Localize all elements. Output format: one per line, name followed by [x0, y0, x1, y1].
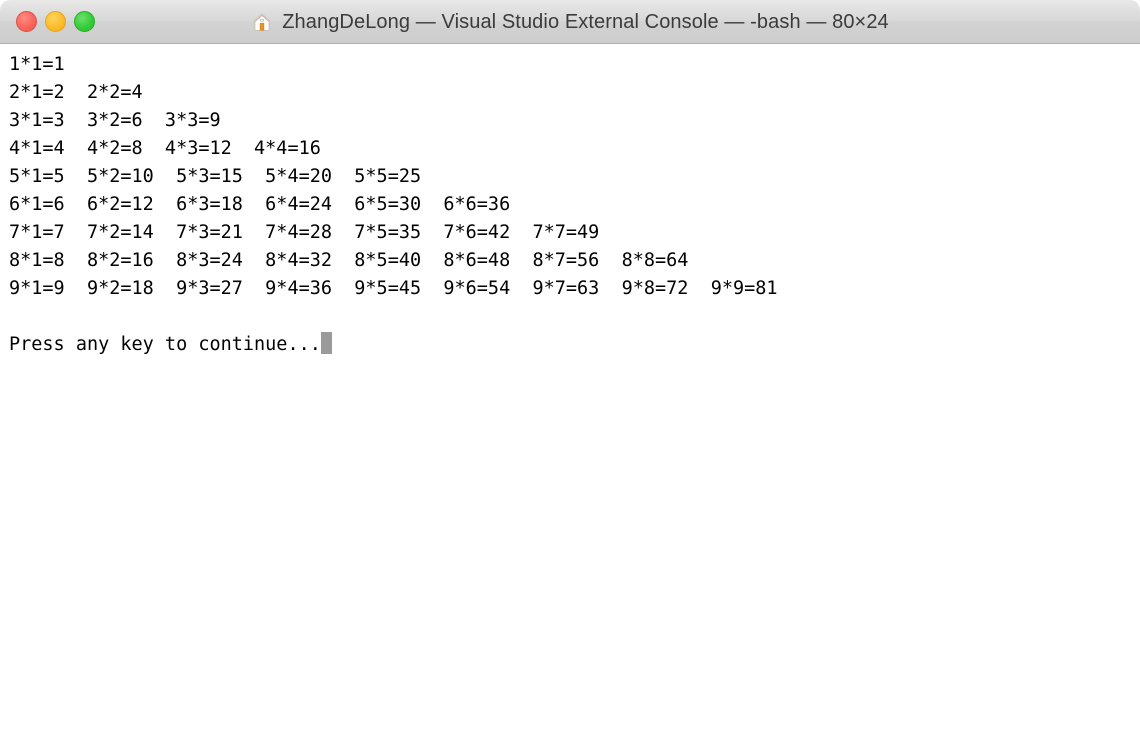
text-cursor	[320, 332, 332, 354]
terminal-line: 9*1=9 9*2=18 9*3=27 9*4=36 9*5=45 9*6=54…	[9, 275, 1140, 303]
terminal-line: 7*1=7 7*2=14 7*3=21 7*4=28 7*5=35 7*6=42…	[9, 219, 1140, 247]
terminal-line: 4*1=4 4*2=8 4*3=12 4*4=16	[9, 135, 1140, 163]
window-title: ZhangDeLong — Visual Studio External Con…	[282, 10, 889, 33]
terminal-line-text: 1*1=1	[9, 54, 65, 75]
terminal-line-text: 6*1=6 6*2=12 6*3=18 6*4=24 6*5=30 6*6=36	[9, 194, 511, 215]
terminal-line-text: Press any key to continue...	[9, 334, 321, 355]
terminal-line: 8*1=8 8*2=16 8*3=24 8*4=32 8*5=40 8*6=48…	[9, 247, 1140, 275]
terminal-line: 6*1=6 6*2=12 6*3=18 6*4=24 6*5=30 6*6=36	[9, 191, 1140, 219]
terminal-screen: 1*1=1 2*1=2 2*2=4 3*1=3 3*2=6 3*3=9 4*1=4 4…	[9, 51, 1140, 359]
window-controls	[16, 0, 95, 43]
terminal-line-text: 4*1=4 4*2=8 4*3=12 4*4=16	[9, 138, 321, 159]
terminal-body[interactable]: 1*1=1 2*1=2 2*2=4 3*1=3 3*2=6 3*3=9 4*1=4 4…	[0, 44, 1140, 732]
window-titlebar[interactable]: ZhangDeLong — Visual Studio External Con…	[0, 0, 1140, 44]
terminal-line-text: 2*1=2 2*2=4	[9, 82, 143, 103]
terminal-line: 1*1=1	[9, 51, 1140, 79]
minimize-button[interactable]	[45, 11, 66, 32]
terminal-line: 3*1=3 3*2=6 3*3=9	[9, 107, 1140, 135]
terminal-line-text: 9*1=9 9*2=18 9*3=27 9*4=36 9*5=45 9*6=54…	[9, 278, 778, 299]
terminal-line: 2*1=2 2*2=4	[9, 79, 1140, 107]
window-title-area: ZhangDeLong — Visual Studio External Con…	[0, 0, 1140, 43]
zoom-button[interactable]	[74, 11, 95, 32]
close-button[interactable]	[16, 11, 37, 32]
terminal-line: 5*1=5 5*2=10 5*3=15 5*4=20 5*5=25	[9, 163, 1140, 191]
terminal-line-text: 3*1=3 3*2=6 3*3=9	[9, 110, 221, 131]
terminal-line-text: 5*1=5 5*2=10 5*3=15 5*4=20 5*5=25	[9, 166, 422, 187]
terminal-line: Press any key to continue...	[9, 331, 1140, 359]
terminal-line-text: 7*1=7 7*2=14 7*3=21 7*4=28 7*5=35 7*6=42…	[9, 222, 600, 243]
terminal-window: ZhangDeLong — Visual Studio External Con…	[0, 0, 1140, 732]
terminal-line-text: 8*1=8 8*2=16 8*3=24 8*4=32 8*5=40 8*6=48…	[9, 250, 689, 271]
home-icon	[253, 12, 272, 31]
